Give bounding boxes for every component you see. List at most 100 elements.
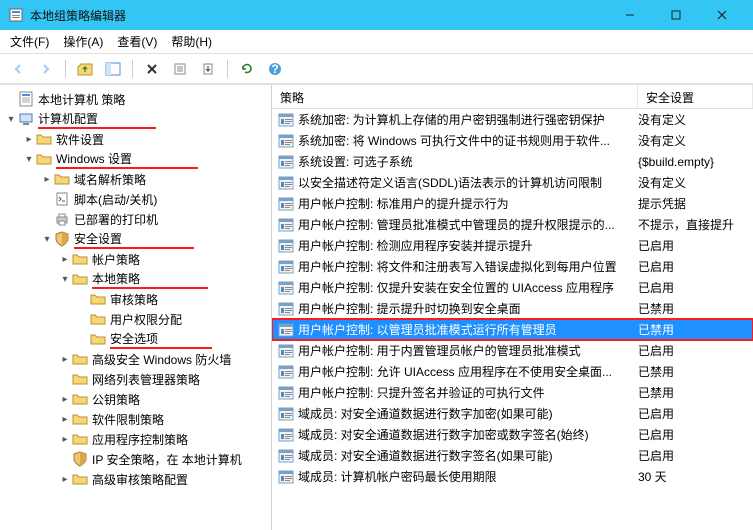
tree-user-rights-icon: [90, 311, 106, 327]
show-hide-tree-button[interactable]: [101, 57, 125, 81]
policy-row[interactable]: 用户帐户控制: 以管理员批准模式运行所有管理员已禁用: [272, 319, 753, 340]
svg-text:?: ?: [271, 62, 278, 76]
policy-row[interactable]: 用户帐户控制: 仅提升安装在安全位置的 UIAccess 应用程序已启用: [272, 277, 753, 298]
policy-row[interactable]: 域成员: 对安全通道数据进行数字签名(如果可能)已启用: [272, 445, 753, 466]
tree-node-label: 本地计算机 策略: [38, 91, 125, 108]
policy-row[interactable]: 用户帐户控制: 将文件和注册表写入错误虚拟化到每用户位置已启用: [272, 256, 753, 277]
list-pane[interactable]: 策略 安全设置 系统加密: 为计算机上存储的用户密钥强制进行强密钥保护没有定义系…: [272, 85, 753, 530]
twisty-icon[interactable]: ▸: [58, 414, 72, 425]
twisty-icon[interactable]: ▾: [4, 114, 18, 125]
close-button[interactable]: [699, 0, 745, 30]
tree-software-settings[interactable]: ▸软件设置: [0, 129, 271, 149]
tree-user-rights[interactable]: 用户权限分配: [0, 309, 271, 329]
policy-setting: 已禁用: [638, 300, 753, 317]
twisty-icon[interactable]: ▾: [40, 234, 54, 245]
tree-scripts-icon: [54, 191, 70, 207]
up-folder-button[interactable]: [73, 57, 97, 81]
policy-setting: 30 天: [638, 468, 753, 485]
twisty-icon[interactable]: ▸: [58, 434, 72, 445]
tree-app-control[interactable]: ▸ 应用程序控制策略: [0, 429, 271, 449]
policy-name: 用户帐户控制: 检测应用程序安装并提示提升: [298, 237, 638, 254]
help-button[interactable]: ?: [263, 57, 287, 81]
twisty-icon[interactable]: ▸: [22, 134, 36, 145]
properties-button[interactable]: [168, 57, 192, 81]
tree-audit-policy[interactable]: 审核策略: [0, 289, 271, 309]
forward-button[interactable]: [34, 57, 58, 81]
column-setting[interactable]: 安全设置: [638, 85, 753, 108]
tree-account-policies-icon: [72, 251, 88, 267]
policy-row[interactable]: 用户帐户控制: 检测应用程序安装并提示提升已启用: [272, 235, 753, 256]
tree-node-label: 帐户策略: [92, 251, 140, 268]
policy-setting: 已启用: [638, 426, 753, 443]
tree-dns-policy[interactable]: ▸域名解析策略: [0, 169, 271, 189]
policy-row[interactable]: 用户帐户控制: 提示提升时切换到安全桌面已禁用: [272, 298, 753, 319]
column-policy[interactable]: 策略: [272, 85, 638, 108]
policy-name: 用户帐户控制: 将文件和注册表写入错误虚拟化到每用户位置: [298, 258, 638, 275]
delete-button[interactable]: [140, 57, 164, 81]
tree-node-label: 用户权限分配: [110, 311, 182, 328]
policy-row[interactable]: 域成员: 对安全通道数据进行数字加密(如果可能)已启用: [272, 403, 753, 424]
tree-public-key[interactable]: ▸公钥策略: [0, 389, 271, 409]
tree-audit-policy-icon: [90, 291, 106, 307]
tree-scripts[interactable]: 脚本(启动/关机): [0, 189, 271, 209]
tree-adv-audit[interactable]: ▸高级审核策略配置: [0, 469, 271, 489]
tree-pane[interactable]: 本地计算机 策略▾计算机配置▸软件设置▾Windows 设置▸域名解析策略脚本(…: [0, 85, 272, 530]
tree-adv-firewall[interactable]: ▸高级安全 Windows 防火墙: [0, 349, 271, 369]
policy-row[interactable]: 用户帐户控制: 用于内置管理员帐户的管理员批准模式已启用: [272, 340, 753, 361]
tree-node-label: 应用程序控制策略: [92, 431, 188, 448]
policy-name: 以安全描述符定义语言(SDDL)语法表示的计算机访问限制: [298, 174, 638, 191]
policy-row[interactable]: 用户帐户控制: 允许 UIAccess 应用程序在不使用安全桌面...已禁用: [272, 361, 753, 382]
policy-item-icon: [278, 112, 294, 128]
export-list-button[interactable]: [196, 57, 220, 81]
tree-windows-settings-icon: [36, 151, 52, 167]
twisty-icon[interactable]: ▾: [22, 154, 36, 165]
tree-root-node[interactable]: 本地计算机 策略: [0, 89, 271, 109]
tree-account-policies[interactable]: ▸ 帐户策略: [0, 249, 271, 269]
tree-network-list[interactable]: 网络列表管理器策略: [0, 369, 271, 389]
policy-row[interactable]: 系统加密: 为计算机上存储的用户密钥强制进行强密钥保护没有定义: [272, 109, 753, 130]
policy-row[interactable]: 系统设置: 可选子系统{$build.empty}: [272, 151, 753, 172]
policy-name: 用户帐户控制: 允许 UIAccess 应用程序在不使用安全桌面...: [298, 363, 638, 380]
tree-ip-security[interactable]: IP 安全策略，在 本地计算机: [0, 449, 271, 469]
twisty-icon[interactable]: ▸: [58, 254, 72, 265]
twisty-icon[interactable]: ▸: [40, 174, 54, 185]
policy-row[interactable]: 用户帐户控制: 管理员批准模式中管理员的提升权限提示的...不提示，直接提升: [272, 214, 753, 235]
twisty-icon[interactable]: ▸: [58, 394, 72, 405]
menu-view[interactable]: 查看(V): [117, 33, 157, 50]
policy-item-icon: [278, 238, 294, 254]
tree-adv-audit-icon: [72, 471, 88, 487]
policy-row[interactable]: 用户帐户控制: 标准用户的提升提示行为提示凭据: [272, 193, 753, 214]
tree-deployed-printers[interactable]: 已部署的打印机: [0, 209, 271, 229]
tree-node-label: 本地策略: [92, 270, 208, 289]
tree-computer-config[interactable]: ▾计算机配置: [0, 109, 271, 129]
policy-setting: 已启用: [638, 405, 753, 422]
policy-name: 用户帐户控制: 提示提升时切换到安全桌面: [298, 300, 638, 317]
policy-row[interactable]: 域成员: 对安全通道数据进行数字加密或数字签名(始终)已启用: [272, 424, 753, 445]
menu-help[interactable]: 帮助(H): [171, 33, 212, 50]
policy-row[interactable]: 域成员: 计算机帐户密码最长使用期限30 天: [272, 466, 753, 487]
refresh-button[interactable]: [235, 57, 259, 81]
tree-security-settings-icon: [54, 231, 70, 247]
tree-local-policies[interactable]: ▾ 本地策略: [0, 269, 271, 289]
tree-windows-settings[interactable]: ▾Windows 设置: [0, 149, 271, 169]
tree-software-restrict[interactable]: ▸软件限制策略: [0, 409, 271, 429]
tree-public-key-icon: [72, 391, 88, 407]
policy-row[interactable]: 以安全描述符定义语言(SDDL)语法表示的计算机访问限制没有定义: [272, 172, 753, 193]
policy-row[interactable]: 用户帐户控制: 只提升签名并验证的可执行文件已禁用: [272, 382, 753, 403]
twisty-icon[interactable]: ▸: [58, 354, 72, 365]
policy-setting: 已禁用: [638, 363, 753, 380]
back-button[interactable]: [6, 57, 30, 81]
policy-name: 用户帐户控制: 只提升签名并验证的可执行文件: [298, 384, 638, 401]
menu-file[interactable]: 文件(F): [10, 33, 49, 50]
twisty-icon[interactable]: ▸: [58, 474, 72, 485]
tree-security-settings[interactable]: ▾安全设置: [0, 229, 271, 249]
maximize-button[interactable]: [653, 0, 699, 30]
policy-row[interactable]: 系统加密: 将 Windows 可执行文件中的证书规则用于软件...没有定义: [272, 130, 753, 151]
twisty-icon[interactable]: ▾: [58, 274, 72, 285]
menu-action[interactable]: 操作(A): [63, 33, 103, 50]
toolbar: ?: [0, 54, 753, 84]
minimize-button[interactable]: [607, 0, 653, 30]
tree-security-options[interactable]: 安全选项: [0, 329, 271, 349]
separator: [65, 60, 66, 78]
policy-setting: 已启用: [638, 447, 753, 464]
